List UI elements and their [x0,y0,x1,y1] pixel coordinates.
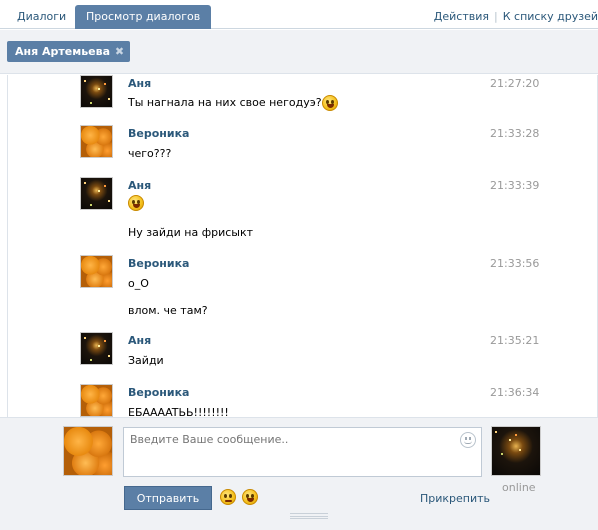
peer-avatar[interactable] [491,426,541,476]
quick-smiley-tired-icon[interactable] [220,489,236,505]
veronika-avatar[interactable] [80,384,113,417]
online-status: online [502,481,536,494]
message-author[interactable]: Аня [128,179,151,192]
anya-avatar[interactable] [80,177,113,210]
composer: online Отправить Прикрепить [0,417,598,530]
actions-link[interactable]: Действия [434,10,489,23]
message-list[interactable]: Аня 21:27:20 Ты нагнала на них свое него… [0,75,598,417]
participant-chip-label: Аня Артемьева [15,45,111,58]
message-text: Зайди [128,354,164,367]
message-time: 21:33:56 [490,257,540,270]
top-links: Действия | К списку друзей [434,10,598,23]
emoji-picker-icon[interactable] [460,432,476,448]
attach-link[interactable]: Прикрепить [420,492,490,505]
message-time: 21:36:34 [490,386,540,399]
message-text: о_О [128,277,149,290]
message-item: Вероника 21:33:56 о_О влом. че там? [80,255,550,331]
message-time: 21:27:20 [490,77,540,90]
message-input[interactable] [123,427,482,477]
tab-dialogs[interactable]: Диалоги [7,5,76,29]
message-author[interactable]: Вероника [128,257,189,270]
message-author[interactable]: Аня [128,77,151,90]
message-item: Вероника 21:36:34 ЕБАААATЬЬ!!!!!!!! [80,384,550,417]
veronika-avatar[interactable] [80,125,113,158]
message-time: 21:35:21 [490,334,540,347]
smiley-icon [128,195,144,211]
message-item: Аня 21:27:20 Ты нагнала на них свое него… [80,75,550,127]
quick-smiley-laugh-icon[interactable] [242,489,258,505]
message-text: чего??? [128,147,172,160]
message-item: Аня 21:35:21 Зайди [80,332,550,384]
my-avatar[interactable] [63,426,113,476]
filter-bar: Аня Артемьева ✖ [0,30,598,74]
message-time: 21:33:39 [490,179,540,192]
anya-avatar[interactable] [80,332,113,365]
close-icon[interactable]: ✖ [115,41,124,62]
message-author[interactable]: Вероника [128,127,189,140]
top-links-separator: | [494,10,498,23]
message-text: ЕБАААATЬЬ!!!!!!!! [128,406,229,417]
tab-view-dialogs[interactable]: Просмотр диалогов [75,5,212,29]
veronika-avatar[interactable] [80,255,113,288]
send-button[interactable]: Отправить [124,486,212,510]
resize-grip[interactable] [290,513,328,519]
message-author[interactable]: Вероника [128,386,189,399]
tab-bar: Диалоги Просмотр диалогов Действия | К спи… [0,0,598,29]
participant-chip[interactable]: Аня Артемьева ✖ [7,41,131,62]
message-item: Аня 21:33:39 Ну зайди на фрисыкт [80,177,550,253]
message-text [128,195,144,211]
message-author[interactable]: Аня [128,334,151,347]
smiley-icon [321,95,338,111]
message-item: Вероника 21:33:28 чего??? [80,125,550,177]
message-text: Ну зайди на фрисыкт [128,226,254,239]
to-friends-link[interactable]: К списку друзей [503,10,598,23]
message-text: Ты нагнала на них свое негодуэ? [128,95,338,111]
message-text: влом. че там? [128,304,208,317]
anya-avatar[interactable] [80,75,113,108]
message-time: 21:33:28 [490,127,540,140]
